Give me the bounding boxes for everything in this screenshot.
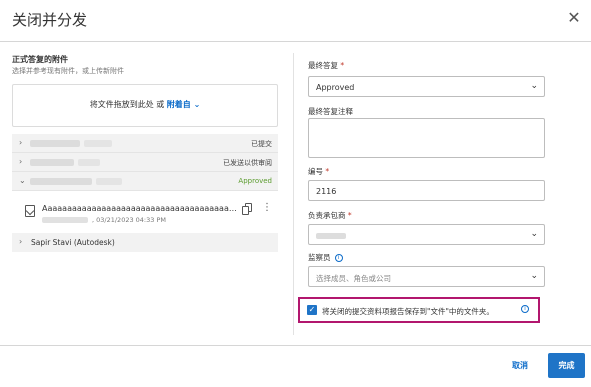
attachment-group-row[interactable]: › 已发送以供审阅 bbox=[12, 153, 278, 172]
status-label: 已提交 bbox=[251, 140, 272, 148]
save-report-option: ✓ 将关闭的提交资料项报告保存到"文件"中的文件夹。 i bbox=[298, 297, 540, 323]
attachment-group-row[interactable]: ⌄ Approved bbox=[12, 172, 278, 191]
attachments-subtitle: 选择并参考现有附件，或上传新附件 bbox=[12, 67, 124, 75]
status-label: Approved bbox=[238, 177, 272, 185]
attach-from-link[interactable]: 附着自 ⌄ bbox=[167, 100, 201, 109]
number-label: 编号 * bbox=[308, 167, 330, 176]
chevron-down-icon: ⌄ bbox=[193, 100, 201, 109]
redacted-text bbox=[30, 140, 80, 147]
chevron-down-icon: ⌄ bbox=[530, 81, 538, 91]
supervisor-placeholder: 选择成员、角色或公司 bbox=[316, 274, 391, 283]
file-meta: , 03/21/2023 04:33 PM bbox=[92, 216, 166, 224]
supervisor-select[interactable]: 选择成员、角色或公司 ⌄ bbox=[308, 266, 545, 287]
final-answer-select[interactable]: Approved ⌄ bbox=[308, 76, 545, 97]
column-divider bbox=[293, 53, 294, 335]
final-answer-label: 最终答复 * bbox=[308, 61, 345, 70]
chevron-down-icon: ⌄ bbox=[19, 176, 26, 185]
info-icon[interactable]: i bbox=[521, 305, 529, 313]
pdf-file-icon bbox=[25, 205, 35, 217]
dialog-header: 关闭并分发 ✕ bbox=[0, 0, 591, 42]
attachments-title: 正式答复的附件 bbox=[12, 55, 68, 64]
final-note-textarea[interactable] bbox=[308, 118, 545, 158]
redacted-text bbox=[30, 159, 74, 166]
redacted-text bbox=[316, 233, 346, 239]
attachment-file[interactable]: Aaaaaaaaaaaaaaaaaaaaaaaaaaaaaaaaaaaaaaaa… bbox=[12, 202, 278, 236]
chevron-right-icon: › bbox=[19, 138, 23, 147]
done-button[interactable]: 完成 bbox=[548, 353, 585, 378]
redacted-text bbox=[96, 178, 122, 185]
number-input[interactable]: 2116 bbox=[308, 180, 545, 201]
reviewer-row[interactable]: › Sapir Stavi (Autodesk) bbox=[12, 233, 278, 252]
final-note-label: 最终答复注释 bbox=[308, 107, 353, 116]
save-report-label: 将关闭的提交资料项报告保存到"文件"中的文件夹。 bbox=[322, 307, 494, 316]
chevron-right-icon: › bbox=[19, 157, 23, 166]
dialog-title: 关闭并分发 bbox=[12, 11, 88, 29]
cancel-button[interactable]: 取消 bbox=[512, 360, 528, 371]
close-and-distribute-dialog: 关闭并分发 ✕ 正式答复的附件 选择并参考现有附件，或上传新附件 将文件拖放到此… bbox=[0, 0, 591, 387]
contractor-label: 负责承包商 * bbox=[308, 211, 352, 220]
required-marker: * bbox=[325, 167, 330, 176]
required-marker: * bbox=[340, 61, 345, 70]
number-value: 2116 bbox=[316, 187, 337, 196]
info-icon[interactable]: i bbox=[334, 254, 343, 262]
chevron-down-icon: ⌄ bbox=[530, 229, 538, 239]
supervisor-label: 监察员 i bbox=[308, 252, 343, 263]
save-report-checkbox[interactable]: ✓ bbox=[307, 305, 317, 315]
file-dropzone[interactable]: 将文件拖放到此处 或 附着自 ⌄ bbox=[12, 84, 278, 127]
more-options-icon[interactable]: ⋮ bbox=[262, 202, 272, 213]
redacted-text bbox=[78, 159, 100, 166]
redacted-text bbox=[30, 178, 92, 185]
dropzone-text: 将文件拖放到此处 或 bbox=[89, 100, 165, 109]
status-label: 已发送以供审阅 bbox=[223, 159, 272, 167]
close-icon[interactable]: ✕ bbox=[567, 10, 581, 26]
file-name: Aaaaaaaaaaaaaaaaaaaaaaaaaaaaaaaaaaaaaaaa… bbox=[42, 204, 238, 213]
contractor-select[interactable]: ⌄ bbox=[308, 224, 545, 245]
redacted-text bbox=[42, 217, 88, 223]
chevron-right-icon: › bbox=[19, 237, 23, 246]
chevron-down-icon: ⌄ bbox=[530, 271, 538, 281]
required-marker: * bbox=[347, 211, 352, 220]
reviewer-name: Sapir Stavi (Autodesk) bbox=[31, 238, 115, 247]
final-answer-value: Approved bbox=[316, 83, 355, 92]
attachment-group-row[interactable]: › 已提交 bbox=[12, 134, 278, 153]
copy-icon[interactable] bbox=[242, 203, 252, 215]
redacted-text bbox=[84, 140, 112, 147]
dialog-footer: 取消 完成 bbox=[0, 345, 591, 387]
